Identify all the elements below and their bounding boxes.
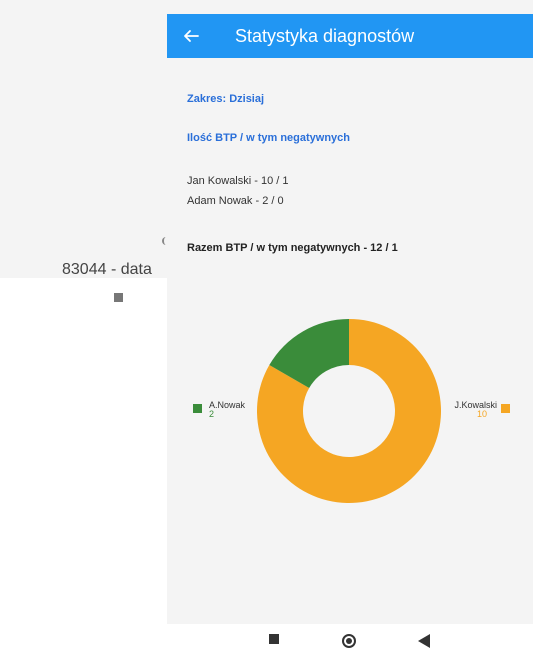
back-icon[interactable] — [418, 634, 430, 648]
system-nav-bar — [0, 624, 533, 648]
btp-count-heading: Ilość BTP / w tym negatywnych — [187, 132, 351, 144]
legend-swatch-a-nowak — [193, 404, 202, 413]
home-icon[interactable] — [342, 634, 356, 648]
legend-label-a-nowak: A.Nowak — [209, 400, 246, 410]
diagnostician-row: Adam Nowak - 2 / 0 — [187, 195, 284, 207]
range-label: Zakres: Dzisiaj — [187, 93, 265, 105]
legend-swatch-j-kowalski — [501, 404, 510, 413]
background-footer-text: 83044 - data — [62, 261, 152, 278]
back-button[interactable] — [167, 14, 215, 58]
background-stop-icon — [114, 293, 123, 302]
arrow-left-icon — [184, 30, 199, 42]
page-title: Statystyka diagnostów — [235, 25, 415, 46]
legend-value-a-nowak: 2 — [209, 409, 214, 419]
legend-label-j-kowalski: J.Kowalski — [454, 400, 497, 410]
legend-value-j-kowalski: 10 — [477, 409, 487, 419]
app-bar: Statystyka diagnostów — [167, 14, 533, 58]
btp-total: Razem BTP / w tym negatywnych - 12 / 1 — [187, 242, 398, 254]
diagnostics-stats-screen: Statystyka diagnostów Zakres: Dzisiaj Il… — [167, 14, 533, 624]
diagnostician-row: Jan Kowalski - 10 / 1 — [187, 175, 289, 187]
donut-chart: J.Kowalski10 A.Nowak2 — [193, 319, 510, 503]
